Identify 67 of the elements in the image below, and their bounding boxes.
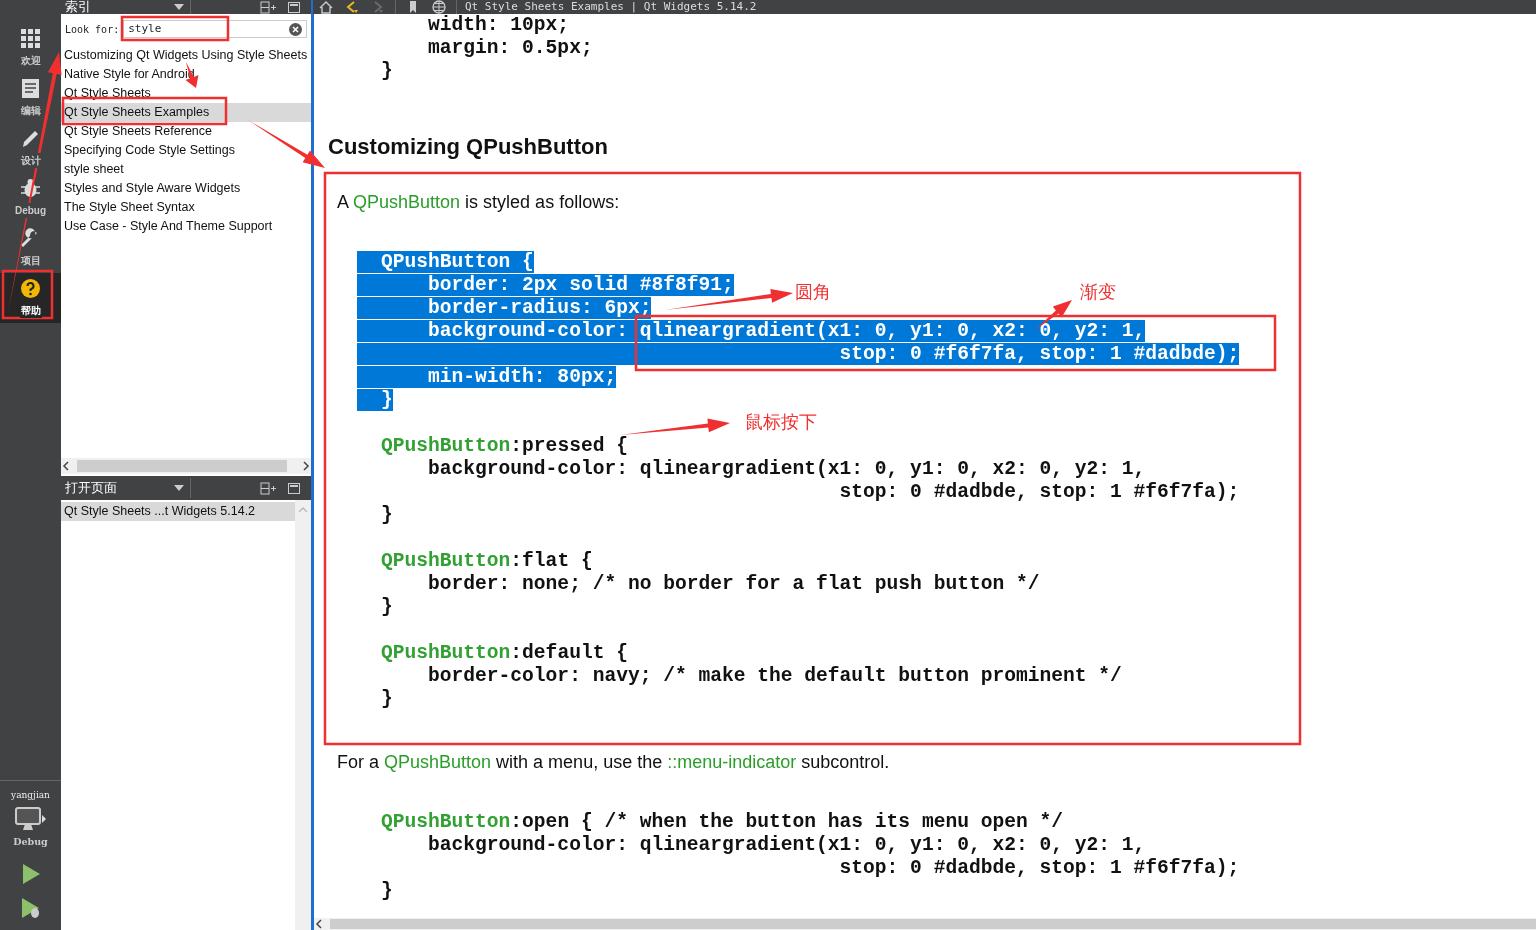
page-title: Qt Style Sheets Examples | Qt Widgets 5.14.2 xyxy=(465,0,757,14)
code-line: background-color: qlineargradient(x1: 0, y1: 0, x2: 0, y2: 1, xyxy=(427,833,1146,856)
code-line: margin: 0.5px; xyxy=(427,37,593,59)
code-line: background-color: qlineargradient(x1: 0, y1: 0, x2: 0, y2: 1, xyxy=(427,458,1146,480)
code-line: QPushButton:pressed { xyxy=(380,435,628,457)
kit-name: yangjian xyxy=(11,789,50,802)
clear-icon[interactable] xyxy=(289,22,302,36)
annotation-label: 圆角 xyxy=(795,281,831,303)
link[interactable]: QPushButton xyxy=(384,751,492,772)
link[interactable]: QPushButton xyxy=(353,192,461,212)
index-item[interactable]: style sheet xyxy=(61,160,311,179)
mode-button[interactable]: 欢迎 xyxy=(0,23,61,73)
highlight-frame xyxy=(1,269,54,320)
horizontal-scrollbar[interactable] xyxy=(313,918,1536,930)
index-item[interactable]: The Style Sheet Syntax xyxy=(61,198,311,217)
code-line: QPushButton:default { xyxy=(380,642,628,664)
mode-button[interactable]: 编辑 xyxy=(0,73,61,123)
split-icon[interactable] xyxy=(260,481,276,495)
close-panel-icon[interactable] xyxy=(288,1,300,13)
code-line: width: 10px; xyxy=(427,14,570,36)
close-panel-icon[interactable] xyxy=(288,482,300,494)
code-line: QPushButton:flat { xyxy=(380,550,593,572)
code-line: QPushButton:open { /* when the button has its menu open */ xyxy=(380,810,1063,833)
vertical-scrollbar[interactable] xyxy=(295,500,311,930)
code-line: stop: 0 #dadbde, stop: 1 #f6f7fa); xyxy=(838,856,1240,879)
code-line: } xyxy=(380,688,393,710)
pencil-icon xyxy=(20,128,41,149)
build-config[interactable]: Debug xyxy=(13,834,48,849)
index-item[interactable]: Styles and Style Aware Widgets xyxy=(61,179,311,198)
code-line: } xyxy=(380,504,393,526)
monitor-icon[interactable] xyxy=(14,806,41,831)
grid-icon xyxy=(20,28,41,49)
paragraph: For a QPushButton with a menu, use the ::menu-indicator subcontrol. xyxy=(336,750,891,773)
index-item[interactable]: Specifying Code Style Settings xyxy=(61,141,311,160)
annotation-label: 渐变 xyxy=(1080,281,1116,303)
mode-button[interactable]: 设计 xyxy=(0,123,61,173)
help-icon xyxy=(20,278,41,299)
globe-icon[interactable] xyxy=(431,0,447,14)
index-item[interactable]: Use Case - Style And Theme Support xyxy=(61,217,311,236)
code-line: stop: 0 #dadbde, stop: 1 #f6f7fa); xyxy=(838,481,1240,503)
index-item[interactable]: Customizing Qt Widgets Using Style Sheets xyxy=(61,46,311,65)
index-item[interactable]: Qt Style Sheets xyxy=(61,84,311,103)
caret-icon xyxy=(174,4,184,10)
back-arrow-icon[interactable] xyxy=(344,0,360,14)
link[interactable]: ::menu-indicator xyxy=(667,751,797,772)
field-label: Look for: xyxy=(65,22,120,37)
mode-button[interactable]: 帮助 xyxy=(0,273,61,323)
code-line: } xyxy=(380,596,393,618)
code-line: border-color: navy; /* make the default button prominent */ xyxy=(427,665,1122,687)
split-icon[interactable] xyxy=(260,0,276,14)
horizontal-scrollbar[interactable] xyxy=(61,458,311,474)
paragraph: A QPushButton is styled as follows: xyxy=(336,191,621,213)
code-line: border: none; /* no border for a flat push button */ xyxy=(427,573,1040,595)
debug-run-icon[interactable] xyxy=(19,896,42,919)
open-page-item[interactable]: Qt Style Sheets ...t Widgets 5.14.2 xyxy=(61,502,295,521)
search-field[interactable]: style xyxy=(123,20,307,38)
caret-icon xyxy=(174,485,184,491)
code-line: } xyxy=(380,879,393,902)
index-item[interactable]: Qt Style Sheets Examples xyxy=(61,103,311,122)
home-icon[interactable] xyxy=(318,0,334,14)
mode-button[interactable]: Debug xyxy=(0,173,61,223)
document-icon xyxy=(20,78,41,99)
index-item[interactable]: Qt Style Sheets Reference xyxy=(61,122,311,141)
code-line: } xyxy=(380,60,393,82)
run-icon[interactable] xyxy=(20,862,41,885)
annotation-label: 鼠标按下 xyxy=(745,411,817,433)
section-heading: Customizing QPushButton xyxy=(327,133,609,161)
